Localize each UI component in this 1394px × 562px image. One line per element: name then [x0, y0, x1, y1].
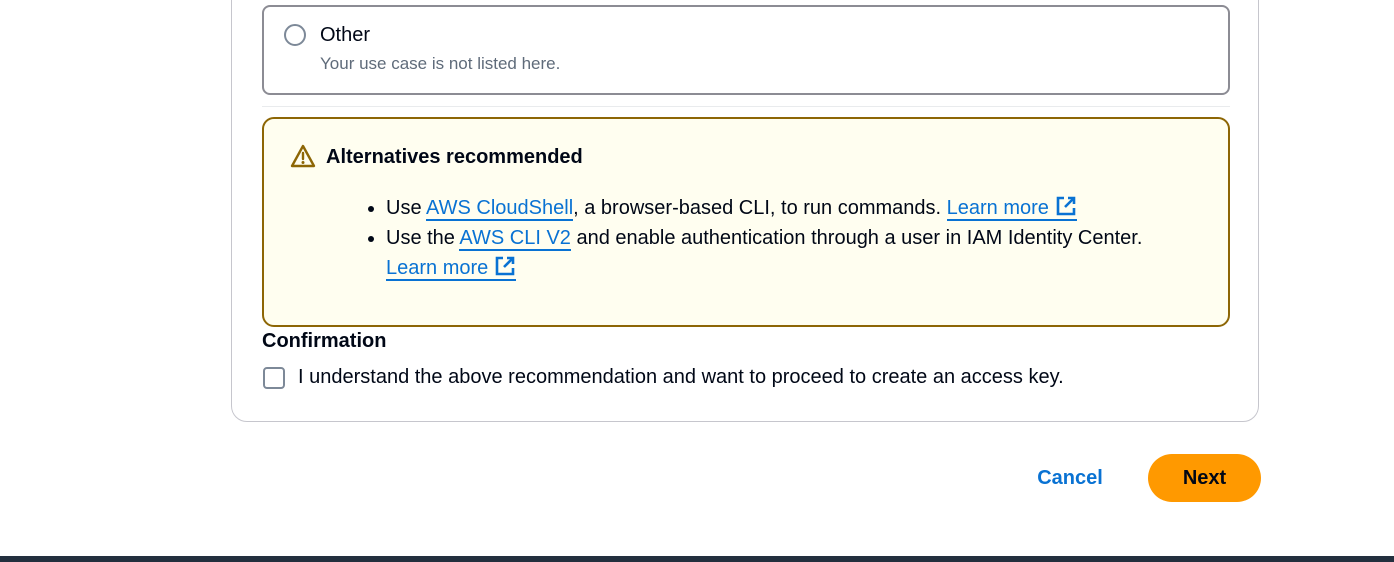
learn-more-label: Learn more [946, 197, 1049, 219]
alternatives-list: Use AWS CloudShell, a browser-based CLI,… [362, 193, 1166, 283]
external-link-icon [495, 256, 515, 276]
learn-more-link-cloudshell[interactable]: Learn more [946, 196, 1077, 221]
item-text-suffix: and enable authentication through a user… [570, 227, 1143, 249]
confirmation-heading: Confirmation [262, 330, 387, 352]
item-text-suffix: , a browser-based CLI, to run commands. [573, 197, 947, 219]
list-item: Use the AWS CLI V2 and enable authentica… [386, 223, 1166, 283]
option-description: Your use case is not listed here. [320, 54, 561, 73]
radio-button-other[interactable] [284, 24, 306, 46]
alert-title: Alternatives recommended [326, 146, 583, 168]
option-label: Other [320, 24, 371, 46]
confirmation-checkbox[interactable] [263, 367, 285, 389]
use-case-option-other[interactable]: Other Your use case is not listed here. [262, 5, 1230, 95]
confirmation-checkbox-label[interactable]: I understand the above recommendation an… [298, 366, 1064, 389]
cancel-button[interactable]: Cancel [1022, 456, 1118, 500]
external-link-icon [1056, 196, 1076, 216]
divider [262, 106, 1230, 107]
aws-cli-v2-link[interactable]: AWS CLI V2 [459, 227, 571, 251]
warning-icon [290, 144, 316, 168]
footer-bar [0, 556, 1394, 562]
alternatives-alert: Alternatives recommended Use AWS CloudSh… [262, 117, 1230, 327]
learn-more-label: Learn more [386, 257, 489, 279]
list-item: Use AWS CloudShell, a browser-based CLI,… [386, 193, 1166, 223]
item-text-prefix: Use the [386, 227, 460, 249]
aws-cloudshell-link[interactable]: AWS CloudShell [426, 197, 574, 221]
learn-more-link-cli[interactable]: Learn more [386, 256, 517, 281]
next-button[interactable]: Next [1148, 454, 1261, 502]
item-text-prefix: Use [386, 197, 427, 219]
